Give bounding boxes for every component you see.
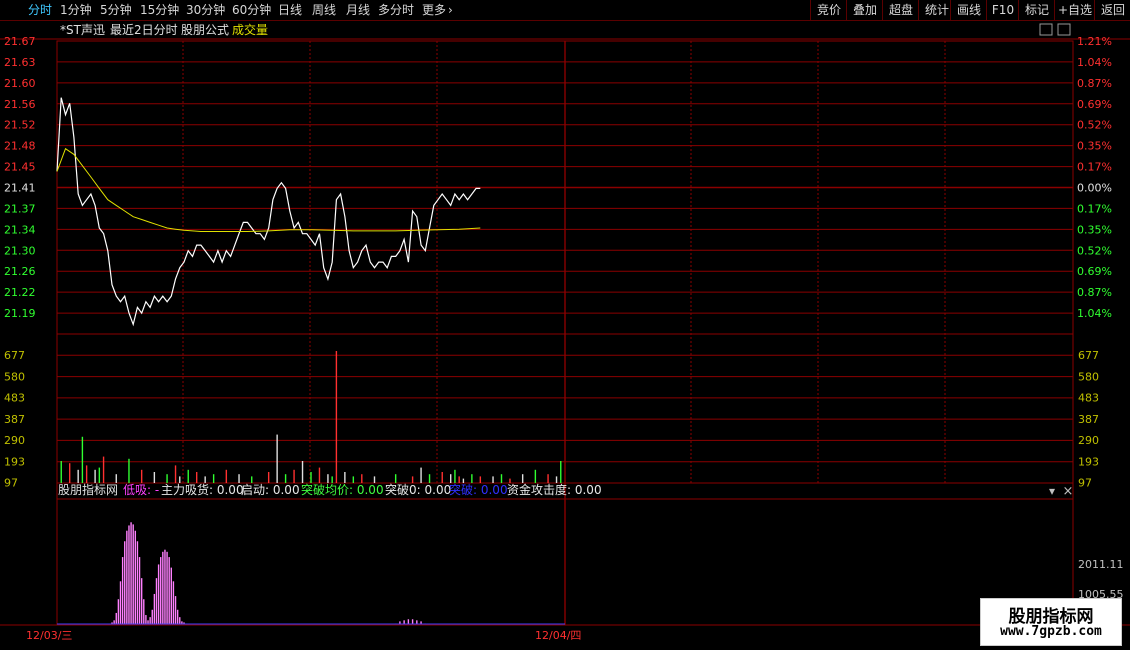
pct-tick-3: 0.69% [1077, 98, 1112, 111]
period-tab-5[interactable]: 60分钟 [232, 2, 271, 18]
watermark: 股朋指标网 www.7gpzb.com [980, 598, 1122, 646]
price-tick-7: 21.41 [4, 182, 36, 195]
pct-tick-2: 0.87% [1077, 77, 1112, 90]
vol-tick-3: 387 [4, 413, 25, 426]
pct-tick-1: 1.04% [1077, 56, 1112, 69]
pct-tick-9: 0.35% [1077, 223, 1112, 236]
price-tick-11: 21.26 [4, 265, 36, 278]
indicator-item-5: 突破: 0.00 [449, 482, 508, 497]
close-indicator-icon: × [1063, 484, 1074, 499]
toolbar-right-5[interactable]: F10 [986, 0, 1019, 20]
vol-tick-2: 483 [4, 392, 25, 405]
pct-tick-0: 1.21% [1077, 35, 1112, 48]
pct-tick-11: 0.69% [1077, 265, 1112, 278]
stock-name: *ST声迅 [60, 23, 105, 37]
toolbar-right-8[interactable]: 返回 [1094, 0, 1130, 20]
indicator-item-1: 主力吸货: 0.00 [161, 482, 244, 497]
chart-mode: 最近2日分时 [110, 23, 178, 37]
price-tick-8: 21.37 [4, 202, 36, 215]
vol-tick-5: 193 [4, 455, 25, 468]
vol-tick-0: 677 [4, 349, 25, 362]
price-tick-3: 21.56 [4, 98, 36, 111]
vol-tick-6: 97 [4, 477, 18, 490]
price-tick-9: 21.34 [4, 223, 36, 236]
watermark-url: www.7gpzb.com [1000, 624, 1102, 639]
pct-tick-6: 0.17% [1077, 161, 1112, 174]
period-tab-2[interactable]: 5分钟 [100, 2, 132, 18]
price-tick-5: 21.48 [4, 140, 36, 153]
indicator-item-6: 资金攻击度: 0.00 [507, 482, 602, 497]
period-tab-8[interactable]: 月线 [346, 2, 370, 18]
period-tab-1[interactable]: 1分钟 [60, 2, 92, 18]
formula-name: 股朋公式 [181, 23, 229, 37]
toolbar-right-2[interactable]: 超盘 [882, 0, 919, 20]
toolbar-right-4[interactable]: 画线 [950, 0, 987, 20]
more-button[interactable]: 更多 [422, 2, 446, 18]
pct-tick-4: 0.52% [1077, 119, 1112, 132]
window-close-icon[interactable] [1057, 23, 1071, 36]
window-restore-icon[interactable] [1039, 23, 1053, 36]
toolbar: 分时 1分钟 5分钟 15分钟 30分钟 60分钟 日线 周线 月线 多分时 更多 › 竞价 叠加 超盘 统计… [0, 0, 1130, 21]
chevron-right-icon: › [448, 3, 453, 17]
vol-tick-r-2: 483 [1078, 392, 1099, 405]
vol-tick-1: 580 [4, 370, 25, 383]
period-tab-6[interactable]: 日线 [278, 2, 302, 18]
pct-tick-13: 1.04% [1077, 307, 1112, 320]
price-tick-13: 21.19 [4, 307, 36, 320]
ind-axis-top: 2011.11 [1078, 558, 1124, 571]
vol-tick-r-1: 580 [1078, 370, 1099, 383]
price-tick-4: 21.52 [4, 119, 36, 132]
pct-tick-7: 0.00% [1077, 182, 1112, 195]
volume-label: 成交量 [232, 22, 268, 37]
period-tab-0[interactable]: 分时 [28, 2, 52, 18]
chart-area: 21.67 1.21% 21.63 1.04% 21.60 0.87% 21.56 0.69%… [0, 22, 1130, 642]
period-tab-7[interactable]: 周线 [312, 2, 336, 18]
price-tick-1: 21.63 [4, 56, 36, 69]
indicator-item-4: 突破0: 0.00 [385, 482, 451, 497]
vol-tick-4: 290 [4, 434, 25, 447]
pct-tick-5: 0.35% [1077, 140, 1112, 153]
vol-tick-r-5: 193 [1078, 455, 1099, 468]
toolbar-right-0[interactable]: 竞价 [810, 0, 847, 20]
period-tab-3[interactable]: 15分钟 [140, 2, 179, 18]
pct-tick-12: 0.87% [1077, 286, 1112, 299]
date-label-0: 12/03/三 [26, 629, 72, 642]
indicator-item-3: 突破均价: 0.00 [301, 482, 384, 497]
toolbar-right-7[interactable]: +自选 [1054, 0, 1095, 20]
vol-tick-r-3: 387 [1078, 413, 1099, 426]
period-tab-4[interactable]: 30分钟 [186, 2, 225, 18]
price-tick-2: 21.60 [4, 77, 36, 90]
pct-tick-10: 0.52% [1077, 244, 1112, 257]
price-tick-10: 21.30 [4, 244, 36, 257]
vol-tick-r-4: 290 [1078, 434, 1099, 447]
indicator-name: 股朋指标网 [58, 482, 118, 497]
toolbar-right-6[interactable]: 标记 [1018, 0, 1055, 20]
vol-tick-r-6: 97 [1078, 477, 1092, 490]
indicator-item-0: 低吸: - [123, 483, 159, 497]
price-tick-12: 21.22 [4, 286, 36, 299]
indicator-item-2: 启动: 0.00 [241, 483, 300, 497]
pct-tick-8: 0.17% [1077, 202, 1112, 215]
price-tick-0: 21.67 [4, 35, 36, 48]
date-label-1: 12/04/四 [535, 629, 581, 642]
dropdown-icon: ▾ [1049, 484, 1055, 498]
period-tab-9[interactable]: 多分时 [378, 2, 414, 18]
toolbar-right-1[interactable]: 叠加 [846, 0, 883, 20]
price-line [56, 97, 481, 327]
vol-tick-r-0: 677 [1078, 349, 1099, 362]
price-tick-6: 21.45 [4, 161, 36, 174]
